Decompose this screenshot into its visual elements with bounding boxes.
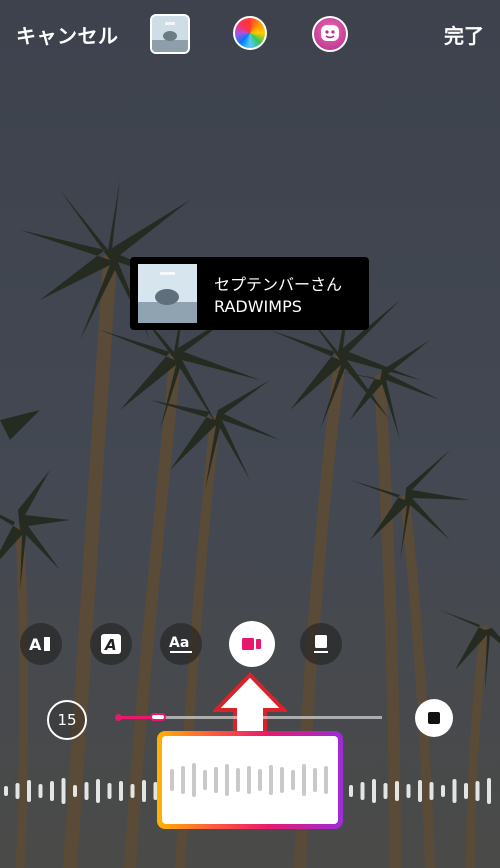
album-thumbnail-icon[interactable] — [150, 14, 190, 54]
waveform-bar — [61, 778, 66, 804]
selected-waveform-bar — [181, 766, 185, 794]
selected-waveform-bar — [170, 769, 174, 791]
waveform-bar — [452, 779, 457, 803]
waveform-bar — [429, 782, 434, 800]
top-bar: キャンセル 完了 — [0, 0, 500, 70]
selected-waveform-bar — [236, 768, 240, 792]
music-card-style-button[interactable] — [229, 621, 275, 667]
selected-waveform-bar — [247, 766, 251, 794]
waveform-bar — [383, 783, 388, 799]
waveform-bar — [372, 779, 376, 803]
waveform-bar — [130, 784, 135, 798]
selected-waveform-bar — [225, 764, 229, 796]
selected-waveform-bar — [313, 768, 317, 792]
font-style-button[interactable]: Aa — [160, 623, 202, 665]
lyrics-style-icon: A — [29, 635, 50, 654]
selected-waveform-bar — [203, 770, 207, 790]
text-style-icon: A — [101, 634, 121, 654]
music-sticker[interactable]: セプテンバーさん RADWIMPS — [130, 257, 369, 330]
waveform-bar — [96, 779, 100, 803]
music-card-icon — [242, 638, 261, 650]
waveform-bar — [475, 781, 480, 801]
track-start-dot — [115, 714, 122, 721]
selected-waveform-bar — [280, 767, 284, 793]
duration-button[interactable]: 15 — [47, 700, 87, 740]
selected-waveform-bar — [269, 765, 273, 795]
svg-text:A: A — [104, 636, 117, 654]
selected-waveform-bar — [192, 763, 196, 797]
waveform-bar — [142, 780, 146, 802]
color-wheel-icon[interactable] — [233, 16, 267, 50]
waveform-bar — [349, 785, 353, 797]
waveform-bar — [50, 781, 54, 801]
stop-icon — [428, 712, 440, 724]
waveform-bar — [487, 778, 491, 804]
sticker-face-icon[interactable] — [312, 16, 348, 52]
svg-text:A: A — [29, 635, 42, 654]
album-only-icon — [314, 635, 328, 653]
waveform-bar — [464, 783, 468, 799]
stop-button[interactable] — [415, 699, 453, 737]
font-style-icon: Aa — [169, 635, 192, 653]
playback-handle[interactable] — [150, 713, 166, 721]
lyrics-style-button[interactable]: A — [20, 623, 62, 665]
clip-selector[interactable] — [157, 731, 343, 829]
waveform-bar — [441, 785, 445, 797]
cancel-button[interactable]: キャンセル — [16, 20, 119, 49]
album-only-style-button[interactable] — [300, 623, 342, 665]
waveform-bar — [360, 782, 365, 800]
selected-waveform-bar — [324, 766, 328, 794]
waveform-bar — [418, 780, 422, 802]
waveform-bar — [15, 783, 20, 799]
waveform-bar — [27, 780, 31, 802]
svg-text:Aa: Aa — [169, 635, 189, 651]
selected-waveform-bar — [302, 764, 306, 796]
waveform-bar — [406, 784, 411, 798]
waveform-bar — [73, 785, 77, 797]
waveform-bar — [38, 784, 43, 798]
waveform-bar — [395, 781, 399, 801]
artist-name: RADWIMPS — [214, 297, 302, 316]
waveform-bar — [84, 782, 89, 800]
selected-waveform-bar — [291, 770, 295, 790]
song-title: セプテンバーさん — [214, 275, 343, 294]
clip-selector-window — [162, 736, 338, 824]
done-button[interactable]: 完了 — [444, 20, 484, 49]
text-style-button[interactable]: A — [90, 623, 132, 665]
selected-waveform-bar — [258, 769, 262, 791]
selected-waveform-bar — [214, 767, 218, 793]
waveform-bar — [4, 786, 8, 796]
waveform-bar — [119, 781, 123, 801]
waveform-bar — [107, 783, 112, 799]
album-art-icon — [138, 264, 197, 323]
